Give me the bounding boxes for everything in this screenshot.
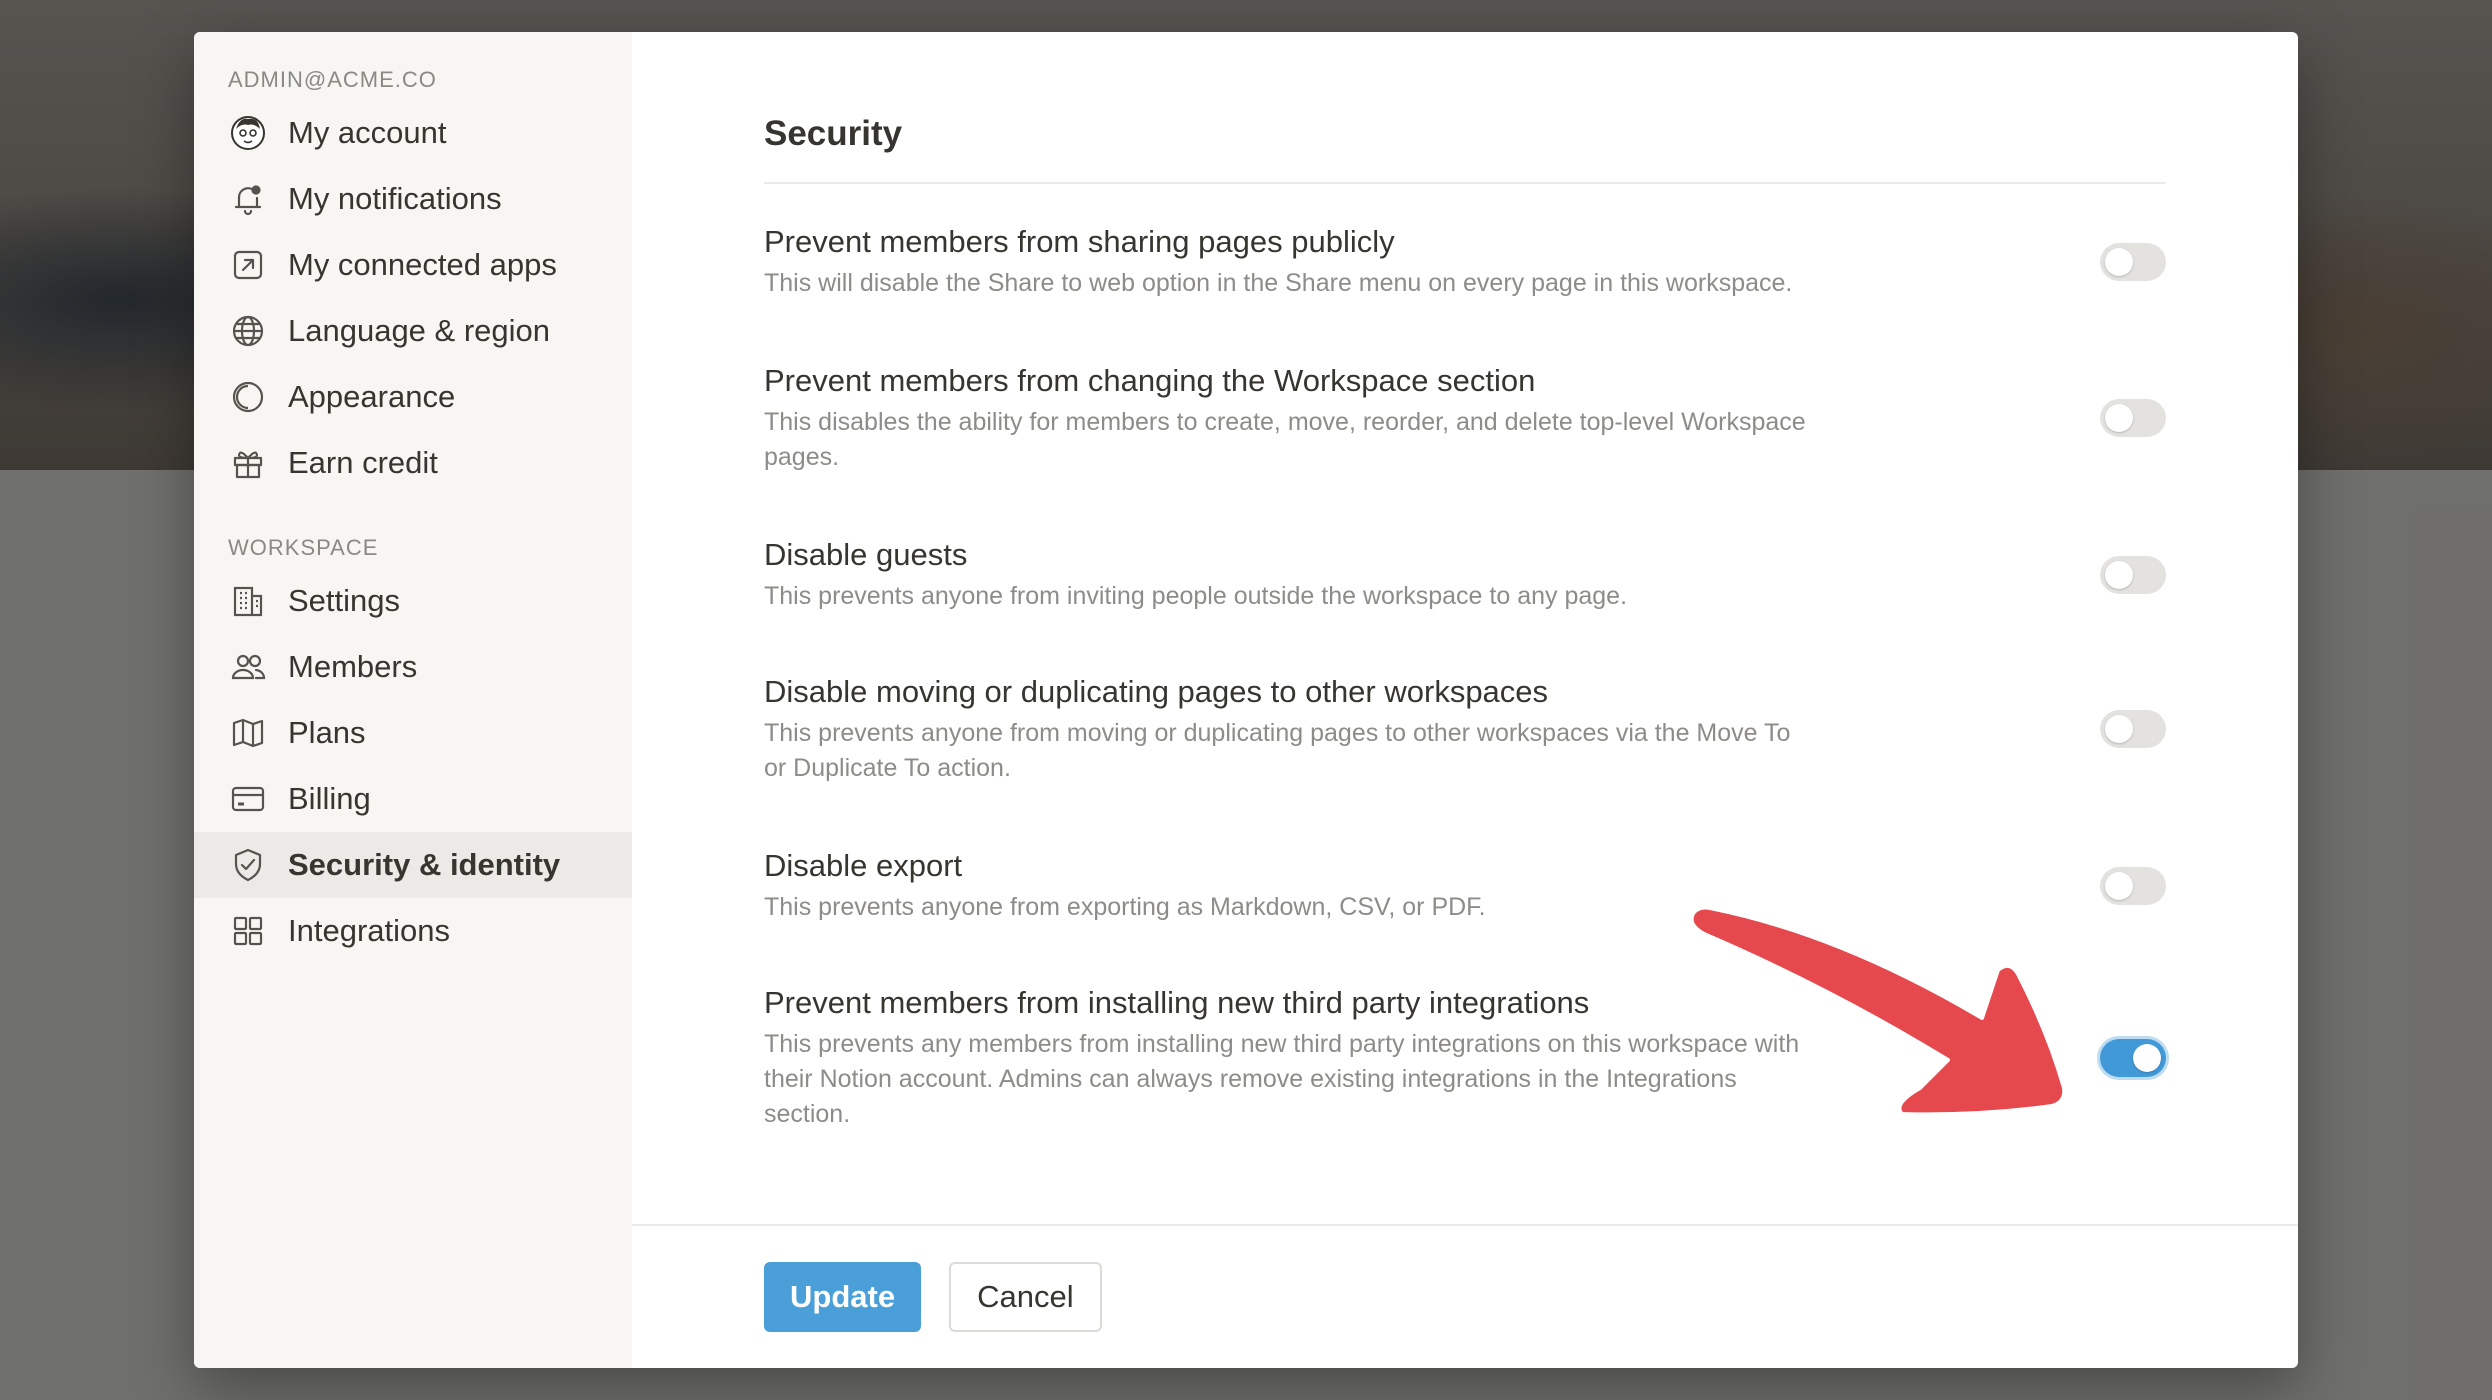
- sidebar-item-label: Integrations: [288, 913, 450, 948]
- moon-icon: [228, 377, 268, 417]
- sidebar-item-earn-credit[interactable]: Earn credit: [194, 430, 632, 496]
- credit-card-icon: [228, 779, 268, 819]
- workspace-section-header: WORKSPACE: [228, 535, 379, 560]
- update-button[interactable]: Update: [764, 1262, 922, 1332]
- setting-description: This prevents any members from installin…: [764, 1030, 1800, 1128]
- avatar: [228, 113, 268, 153]
- toggle-share-publicly[interactable]: [2100, 242, 2166, 281]
- toggle-workspace-section[interactable]: [2100, 399, 2166, 437]
- toggle-disable-guests[interactable]: [2100, 555, 2166, 594]
- setting-description: This prevents anyone from inviting peopl…: [764, 582, 1628, 610]
- setting-description: This prevents anyone from moving or dupl…: [764, 719, 1791, 782]
- setting-description: This prevents anyone from exporting as M…: [764, 893, 1486, 921]
- external-link-icon: [228, 245, 268, 285]
- settings-content: Security Prevent members from sharing pa…: [632, 32, 2298, 1368]
- setting-row-disable-moving: Disable moving or duplicating pages to o…: [764, 672, 2166, 786]
- sidebar-item-label: Earn credit: [288, 445, 438, 480]
- sidebar-item-settings[interactable]: Settings: [194, 568, 632, 634]
- sidebar-item-label: Security & identity: [288, 847, 561, 882]
- toggle-third-party-integrations[interactable]: [2100, 1038, 2166, 1077]
- sidebar-item-plans[interactable]: Plans: [194, 700, 632, 766]
- sidebar-item-security-identity[interactable]: Security & identity: [194, 832, 632, 898]
- modal-footer: Update Cancel: [632, 1224, 2298, 1368]
- settings-modal: ADMIN@ACME.CO My account My notification…: [194, 32, 2298, 1368]
- sidebar-item-label: My account: [288, 115, 447, 150]
- page-title: Security: [764, 114, 2166, 184]
- account-section-header: ADMIN@ACME.CO: [228, 67, 437, 92]
- toggle-disable-export[interactable]: [2100, 866, 2166, 905]
- setting-title: Disable guests: [764, 537, 968, 572]
- sidebar-item-label: Language & region: [288, 313, 551, 348]
- setting-title: Prevent members from changing the Worksp…: [764, 363, 1536, 398]
- toggle-knob: [2105, 247, 2133, 276]
- sidebar-item-language-region[interactable]: Language & region: [194, 298, 632, 364]
- shield-icon: [228, 845, 268, 885]
- sidebar-item-billing[interactable]: Billing: [194, 766, 632, 832]
- bell-icon: [228, 179, 268, 219]
- sidebar-item-label: My connected apps: [288, 247, 557, 282]
- globe-icon: [228, 311, 268, 351]
- building-icon: [228, 581, 268, 621]
- setting-row-third-party-integrations: Prevent members from installing new thir…: [764, 983, 2166, 1132]
- sidebar-item-my-notifications[interactable]: My notifications: [194, 166, 632, 232]
- toggle-knob: [2133, 1043, 2161, 1072]
- grid-icon: [228, 911, 268, 951]
- toggle-knob: [2105, 404, 2133, 432]
- sidebar-item-my-connected-apps[interactable]: My connected apps: [194, 232, 632, 298]
- setting-row-workspace-section: Prevent members from changing the Worksp…: [764, 361, 2166, 475]
- sidebar-item-label: Plans: [288, 715, 366, 750]
- toggle-knob: [2105, 871, 2133, 900]
- sidebar-item-label: My notifications: [288, 181, 502, 216]
- setting-description: This disables the ability for members to…: [764, 408, 1806, 471]
- setting-title: Disable export: [764, 848, 963, 883]
- gift-icon: [228, 443, 268, 483]
- sidebar-item-appearance[interactable]: Appearance: [194, 364, 632, 430]
- sidebar-item-label: Members: [288, 649, 418, 684]
- sidebar-item-members[interactable]: Members: [194, 634, 632, 700]
- settings-sidebar: ADMIN@ACME.CO My account My notification…: [194, 32, 632, 1368]
- people-icon: [228, 647, 268, 687]
- setting-row-disable-guests: Disable guests This prevents anyone from…: [764, 535, 2166, 614]
- sidebar-item-label: Billing: [288, 781, 371, 816]
- sidebar-item-my-account[interactable]: My account: [194, 100, 632, 166]
- sidebar-item-integrations[interactable]: Integrations: [194, 898, 632, 964]
- sidebar-item-label: Appearance: [288, 379, 456, 414]
- sidebar-item-label: Settings: [288, 583, 401, 618]
- setting-title: Prevent members from installing new thir…: [764, 985, 1590, 1020]
- setting-row-share-publicly: Prevent members from sharing pages publi…: [764, 222, 2166, 301]
- setting-row-disable-export: Disable export This prevents anyone from…: [764, 846, 2166, 925]
- setting-description: This will disable the Share to web optio…: [764, 269, 1793, 297]
- toggle-disable-moving[interactable]: [2100, 710, 2166, 748]
- setting-title: Prevent members from sharing pages publi…: [764, 224, 1395, 259]
- cancel-button[interactable]: Cancel: [949, 1262, 1102, 1332]
- toggle-knob: [2105, 715, 2133, 743]
- toggle-knob: [2105, 560, 2133, 589]
- map-icon: [228, 713, 268, 753]
- setting-title: Disable moving or duplicating pages to o…: [764, 674, 1549, 709]
